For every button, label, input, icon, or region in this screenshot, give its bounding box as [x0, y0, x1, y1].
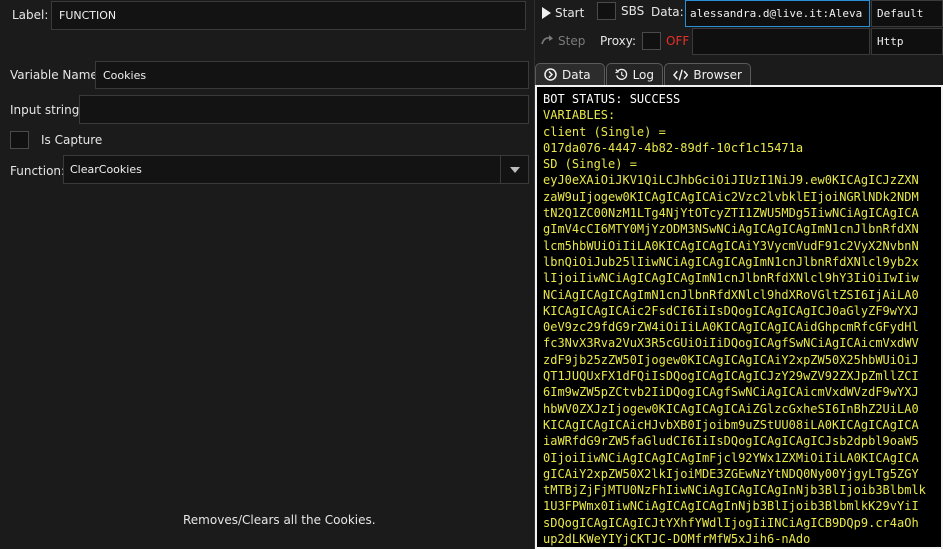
console-line: tMTBjZjFjMTU0NzFhIiwNCiAgICAgICAgInNjb3B… — [543, 483, 926, 498]
data-input[interactable]: alessandra.d@live.it:Aleva — [685, 0, 870, 27]
proxy-state: OFF — [666, 34, 690, 48]
input-string-caption: Input string: — [10, 103, 84, 117]
tab-log[interactable]: Log — [606, 63, 663, 85]
console-line: fc3NvX3Rva2VuX3R5cGUiOiIiDQogICAgfSwNCiA… — [543, 336, 919, 351]
console-line: BOT STATUS: SUCCESS — [543, 92, 681, 106]
console-line: sDQogICAgICAgICJtYXhfYWdlIjogIiINCiAgICB… — [543, 515, 919, 530]
bot-output-console[interactable]: BOT STATUS: SUCCESS VARIABLES: client (S… — [535, 85, 943, 549]
input-string-input[interactable] — [79, 95, 529, 124]
tab-browser[interactable]: Browser — [664, 63, 751, 85]
play-icon — [542, 7, 551, 19]
console-line: lIjoiIiwNCiAgICAgICAgImN1cnJlbnRfdXNlcl9… — [543, 271, 919, 286]
console-line: NCiAgICAgICAgImN1cnJlbnRfdXNlcl9hdXRoVGl… — [543, 287, 919, 302]
console-line: KICAgICAgICAicHJvbXB0Ijoibm9uZStUU08iLA0… — [543, 417, 919, 432]
function-dropdown[interactable]: ClearCookies — [63, 155, 529, 184]
console-line: tN2Q1ZC00NzM1LTg4NjYtOTcyZTI1ZWU5MDg5Iiw… — [543, 206, 919, 221]
data-caption: Data: — [651, 5, 684, 19]
console-line: lcm5hbWUiOiIiLA0KICAgICAgICAiY3VycmVudF9… — [543, 238, 919, 253]
console-line: 0eV9zc29fdG9rZW4iOiIiLA0KICAgICAgICAidGh… — [543, 320, 919, 335]
function-caption: Function: — [10, 164, 66, 178]
console-line: lbnQiOiJub25lIiwNCiAgICAgICAgImN1cnJlbnR… — [543, 254, 919, 269]
is-capture-checkbox[interactable] — [10, 131, 29, 149]
console-line: 017da076-4447-4b82-89df-10cf1c15471a — [543, 140, 804, 155]
circle-arrow-icon — [544, 68, 557, 81]
console-line: hbWV0ZXJzIjogew0KICAgICAgICAiZGlzcGxheSI… — [543, 401, 919, 416]
proxy-input[interactable] — [692, 28, 870, 55]
console-line: VARIABLES: — [543, 108, 616, 123]
console-line: eyJ0eXAiOiJKV1QiLCJhbGciOiJIUzI1NiJ9.ew0… — [543, 173, 919, 188]
step-icon — [541, 35, 553, 45]
config-select[interactable]: Default — [871, 0, 943, 27]
tab-browser-label: Browser — [693, 67, 742, 82]
console-line: 6Im9wZW5pZCtvb2IiDQogICAgfSwNCiAgICAicmV… — [543, 385, 919, 400]
console-line: zaW9uIjogew0KICAgICAgICAic2Vzc2lvbklEIjo… — [543, 189, 919, 204]
console-line: gICAiY2xpZW50X2lkIjoiMDE3ZGEwNzYtNDQ0Ny0… — [543, 466, 919, 481]
start-button[interactable]: Start — [537, 1, 590, 25]
variable-name-input[interactable]: Cookies — [95, 61, 529, 89]
step-button[interactable]: Step — [537, 30, 590, 52]
console-line: 1U3FPWmx0IiwNCiAgICAgICAgInNjb3BlIjoib3B… — [543, 499, 919, 514]
history-icon — [615, 68, 628, 80]
proxy-caption: Proxy: — [600, 34, 637, 48]
console-line: iaWRfdG9rZW5faGludCI6IiIsDQogICAgICAgICJ… — [543, 434, 919, 449]
tab-data-label: Data — [562, 67, 591, 82]
console-line: up2dLKWeYIYjCKTJC-DOMfrMfW5xJih6-nAdo — [543, 532, 811, 547]
sbs-caption: SBS — [621, 4, 645, 18]
step-label: Step — [558, 34, 586, 48]
variable-name-caption: Variable Name: — [10, 68, 102, 82]
console-line: SD (Single) = — [543, 157, 637, 172]
console-line: zdF9jb25zZW50Ijogew0KICAgICAgICAiY2xpZW5… — [543, 352, 919, 367]
console-line: client (Single) = — [543, 124, 666, 139]
console-line: 0IjoiIiwNCiAgICAgICAgImFjcl92YWx1ZXMiOiI… — [543, 450, 919, 465]
is-capture-caption: Is Capture — [41, 133, 103, 147]
proxy-checkbox[interactable] — [642, 32, 661, 50]
code-icon — [673, 69, 689, 80]
label-caption: Label: — [12, 8, 49, 22]
label-input[interactable]: FUNCTION — [51, 1, 526, 30]
console-line: gImV4cCI6MTY0MjYzODM3NSwNCiAgICAgICAgImN… — [543, 222, 919, 237]
sbs-checkbox[interactable] — [597, 2, 616, 20]
tab-data[interactable]: Data — [535, 63, 605, 85]
console-line: KICAgICAgICAic2FsdCI6IiIsDQogICAgICAgICJ… — [543, 303, 919, 318]
chevron-down-icon[interactable] — [500, 156, 528, 183]
function-dropdown-value: ClearCookies — [70, 163, 142, 176]
start-label: Start — [555, 6, 585, 20]
proxy-type-select[interactable]: Http — [871, 28, 943, 55]
function-description: Removes/Clears all the Cookies. — [183, 513, 376, 527]
console-line: QT1JUQUxFX1dFQiIsDQogICAgICAgICJzY29wZV9… — [543, 369, 919, 384]
tab-log-label: Log — [632, 67, 654, 82]
